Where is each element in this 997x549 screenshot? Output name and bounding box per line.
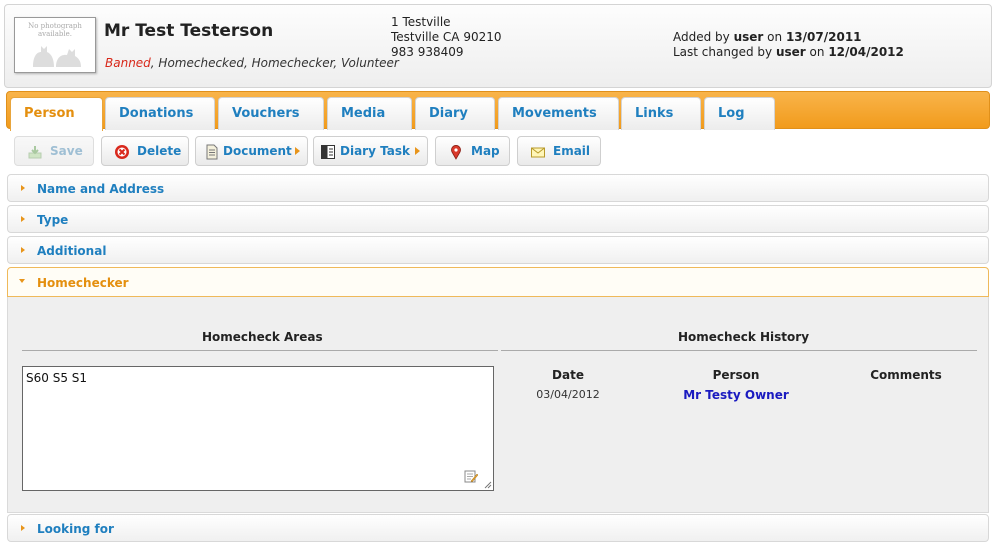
- save-button[interactable]: Save: [14, 136, 94, 166]
- email-button[interactable]: Email: [517, 136, 601, 166]
- history-col-date: Date: [552, 368, 584, 382]
- homechecker-panel: Homecheck Areas S60 S5 S1 Homecheck Hist…: [7, 297, 989, 513]
- save-icon: [28, 146, 42, 159]
- history-date-cell: 03/04/2012: [536, 388, 600, 401]
- changed-by-line: Last changed by user on 12/04/2012: [673, 45, 904, 59]
- history-col-comments: Comments: [870, 368, 942, 382]
- document-button[interactable]: Document: [195, 136, 308, 166]
- flag-list: , Homechecked, Homechecker, Volunteer: [150, 56, 399, 70]
- history-col-person: Person: [712, 368, 760, 382]
- section-type[interactable]: Type: [7, 205, 989, 233]
- resize-handle-icon[interactable]: [484, 481, 492, 489]
- map-pin-icon: [451, 145, 461, 160]
- no-photo-text: No photograph available.: [28, 22, 82, 38]
- address-line1: 1 Testville: [391, 15, 451, 29]
- panel-bottom-border: [7, 512, 989, 513]
- delete-icon: [115, 145, 129, 159]
- section-additional[interactable]: Additional: [7, 236, 989, 264]
- tab-bar: Person Donations Vouchers Media Diary Mo…: [6, 91, 990, 131]
- map-button[interactable]: Map: [435, 136, 510, 166]
- expand-arrow-icon: [21, 185, 25, 191]
- section-homechecker[interactable]: Homechecker: [7, 267, 989, 297]
- flag-banned: Banned: [105, 56, 151, 70]
- person-flags: Banned, Homechecked, Homechecker, Volunt…: [105, 56, 399, 70]
- delete-button[interactable]: Delete: [101, 136, 189, 166]
- tab-diary[interactable]: Diary: [415, 97, 495, 130]
- person-name: Mr Test Testerson: [104, 21, 274, 41]
- expand-arrow-icon: [21, 525, 25, 531]
- homecheck-areas-title: Homecheck Areas: [202, 330, 323, 344]
- audit-info: Added by user on 13/07/2011 Last changed…: [673, 30, 904, 60]
- address-line2: Testville CA 90210: [391, 30, 502, 44]
- expand-arrow-icon: [21, 247, 25, 253]
- person-address: 1 Testville Testville CA 90210 983 93840…: [391, 15, 502, 60]
- added-by-line: Added by user on 13/07/2011: [673, 30, 862, 44]
- tab-media[interactable]: Media: [327, 97, 412, 130]
- diary-task-button[interactable]: Diary Task: [313, 136, 428, 166]
- phone-number: 983 938409: [391, 45, 464, 59]
- dropdown-caret-icon: [295, 147, 300, 155]
- tab-person[interactable]: Person: [10, 97, 103, 131]
- collapse-arrow-icon: [19, 279, 25, 283]
- homecheck-history-title: Homecheck History: [678, 330, 810, 344]
- history-divider: [501, 350, 977, 351]
- dropdown-caret-icon: [415, 147, 420, 155]
- document-icon: [206, 144, 218, 160]
- person-header: No photograph available. Mr Test Testers…: [4, 4, 992, 88]
- tab-links[interactable]: Links: [621, 97, 701, 130]
- tab-vouchers[interactable]: Vouchers: [218, 97, 324, 130]
- person-photo-placeholder[interactable]: No photograph available.: [14, 17, 96, 73]
- history-person-link[interactable]: Mr Testy Owner: [666, 388, 806, 402]
- tab-movements[interactable]: Movements: [498, 97, 619, 130]
- tab-donations[interactable]: Donations: [105, 97, 215, 130]
- edit-icon[interactable]: [464, 469, 478, 483]
- diary-icon: [321, 145, 335, 159]
- homecheck-areas-textarea[interactable]: S60 S5 S1: [22, 366, 494, 491]
- areas-divider: [22, 350, 498, 351]
- tab-log[interactable]: Log: [704, 97, 775, 130]
- section-name-and-address[interactable]: Name and Address: [7, 174, 989, 202]
- expand-arrow-icon: [21, 216, 25, 222]
- section-looking-for[interactable]: Looking for: [7, 514, 989, 542]
- email-icon: [531, 147, 545, 158]
- cat-silhouette-icon: [33, 46, 81, 67]
